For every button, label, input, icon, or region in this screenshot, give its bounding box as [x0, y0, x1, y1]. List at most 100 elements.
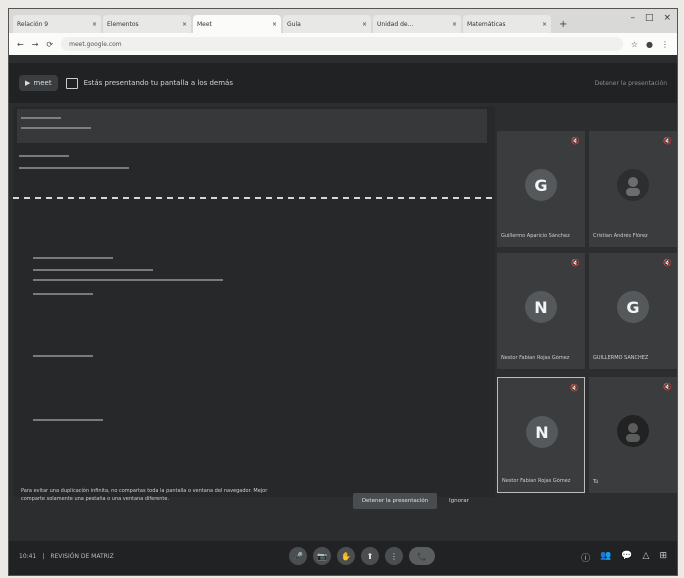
close-icon[interactable]: × [542, 21, 547, 28]
tab-label: Elementos [107, 20, 139, 28]
present-button[interactable]: ⬆ [361, 547, 379, 565]
reload-icon[interactable]: ⟳ [46, 40, 53, 49]
separator: | [42, 553, 45, 560]
close-icon[interactable]: × [92, 21, 97, 28]
more-options-button[interactable]: ⋮ [385, 547, 403, 565]
browser-tab[interactable]: Unidad de... × [373, 15, 461, 33]
meet-brand-label: meet [33, 79, 52, 87]
url-input[interactable]: meet.google.com [61, 37, 623, 51]
raise-hand-button[interactable]: ✋ [337, 547, 355, 565]
participant-tile[interactable]: 🔇 Cristian Andrés Flórez [589, 131, 677, 247]
person-photo-icon [626, 177, 640, 196]
call-controls: 🎤 📷 ✋ ⬆ ⋮ 📞 [289, 547, 435, 565]
address-bar-row: ← → ⟳ meet.google.com ☆ ● ⋮ [9, 33, 677, 55]
camera-button[interactable]: 📷 [313, 547, 331, 565]
participant-name: GUILLERMO SÁNCHEZ [593, 355, 649, 361]
tab-label: Meet [197, 20, 212, 28]
info-icon[interactable]: ⓘ [581, 551, 590, 564]
browser-tab-active[interactable]: Meet × [193, 15, 281, 33]
microphone-button[interactable]: 🎤 [289, 547, 307, 565]
browser-tab[interactable]: Guía × [283, 15, 371, 33]
participant-tile-self[interactable]: 🔇 Tú [589, 377, 677, 493]
activities-icon[interactable]: △ [643, 551, 650, 564]
meet-header: ▶ meet Estás presentando tu pantalla a lo… [9, 63, 677, 103]
participant-name: Tú [593, 479, 599, 485]
avatar-photo [617, 415, 649, 447]
presenting-message: Estás presentando tu pantalla a los demá… [83, 79, 233, 87]
blurred-text [19, 155, 69, 157]
participant-name: Cristian Andrés Flórez [593, 233, 648, 239]
meet-logo: ▶ meet [19, 75, 58, 91]
participant-name: Nestor Fabian Rojas Gómez [502, 478, 571, 484]
presenting-banner: Estás presentando tu pantalla a los demá… [65, 77, 233, 89]
avatar: G [525, 169, 557, 201]
browser-tab-bar: Relación 9 × Elementos × Meet × Guía × Unida… [9, 9, 677, 33]
stop-presenting-button[interactable]: Detener la presentación [353, 493, 437, 509]
mic-off-icon: 🔇 [570, 384, 579, 392]
blurred-text [33, 355, 93, 357]
participant-tile-active[interactable]: 🔇 N Nestor Fabian Rojas Gómez [497, 377, 585, 493]
window-controls: – □ × [630, 13, 671, 23]
browser-tab[interactable]: Relación 9 × [13, 15, 101, 33]
blurred-text [21, 117, 61, 119]
blurred-text [19, 167, 129, 169]
blurred-text [33, 293, 93, 295]
meeting-time: 10:41 [19, 553, 37, 560]
blurred-text [33, 257, 113, 259]
browser-tab[interactable]: Matemáticas × [463, 15, 551, 33]
menu-icon[interactable]: ⋮ [661, 40, 669, 49]
participant-tile[interactable]: 🔇 G Guillermo Aparicio Sánchez [497, 131, 585, 247]
side-panel-tools: ⓘ 👥 💬 △ ⊞ [581, 551, 667, 564]
close-icon[interactable]: × [362, 21, 367, 28]
meeting-control-bar: 10:41 | REVISIÓN DE MATRIZ 🎤 📷 ✋ ⬆ ⋮ 📞 ⓘ… [9, 541, 677, 575]
camera-icon: ▶ [25, 79, 31, 87]
shared-screen-preview [13, 107, 495, 497]
close-icon[interactable]: × [452, 21, 457, 28]
ignore-button[interactable]: Ignorar [449, 493, 469, 509]
profile-icon[interactable]: ● [646, 40, 653, 49]
stop-presenting-link[interactable]: Detener la presentación [595, 80, 667, 87]
dashed-line [13, 197, 495, 199]
mic-off-icon: 🔇 [663, 137, 672, 145]
participant-tile[interactable]: 🔇 N Nestor Fabian Rojas Gómez [497, 253, 585, 369]
new-tab-button[interactable]: + [553, 15, 573, 33]
browser-tab[interactable]: Elementos × [103, 15, 191, 33]
back-icon[interactable]: ← [17, 40, 24, 49]
shared-screen-header [17, 109, 487, 143]
avatar: G [617, 291, 649, 323]
blurred-text [33, 419, 103, 421]
meeting-name: REVISIÓN DE MATRIZ [50, 553, 114, 560]
close-icon[interactable]: × [182, 21, 187, 28]
extension-icons: ☆ ● ⋮ [631, 40, 669, 49]
close-icon[interactable]: × [272, 21, 277, 28]
mic-off-icon: 🔇 [571, 259, 580, 267]
host-controls-icon[interactable]: ⊞ [659, 551, 667, 564]
leave-call-button[interactable]: 📞 [409, 547, 435, 565]
person-photo-icon [626, 423, 640, 442]
people-icon[interactable]: 👥 [600, 551, 611, 564]
maximize-button[interactable]: □ [645, 13, 654, 23]
forward-icon[interactable]: → [32, 40, 39, 49]
mic-off-icon: 🔇 [571, 137, 580, 145]
participant-name: Nestor Fabian Rojas Gómez [501, 355, 570, 361]
mic-off-icon: 🔇 [663, 259, 672, 267]
participant-name: Guillermo Aparicio Sánchez [501, 233, 570, 239]
tab-label: Guía [287, 20, 301, 28]
chat-icon[interactable]: 💬 [621, 551, 632, 564]
star-icon[interactable]: ☆ [631, 40, 638, 49]
present-screen-icon [65, 77, 78, 89]
minimize-button[interactable]: – [630, 13, 635, 23]
avatar: N [525, 291, 557, 323]
blurred-text [21, 127, 91, 129]
meeting-info: 10:41 | REVISIÓN DE MATRIZ [19, 553, 114, 560]
tab-label: Matemáticas [467, 20, 506, 28]
tab-label: Unidad de... [377, 20, 414, 28]
mic-off-icon: 🔇 [663, 383, 672, 391]
screenshot-frame: Relación 9 × Elementos × Meet × Guía × Unida… [8, 8, 678, 576]
participant-tile[interactable]: 🔇 G GUILLERMO SÁNCHEZ [589, 253, 677, 369]
avatar-photo [617, 169, 649, 201]
blurred-text [33, 269, 153, 271]
blurred-text [33, 279, 223, 281]
tab-label: Relación 9 [17, 20, 49, 28]
close-window-button[interactable]: × [663, 13, 671, 23]
